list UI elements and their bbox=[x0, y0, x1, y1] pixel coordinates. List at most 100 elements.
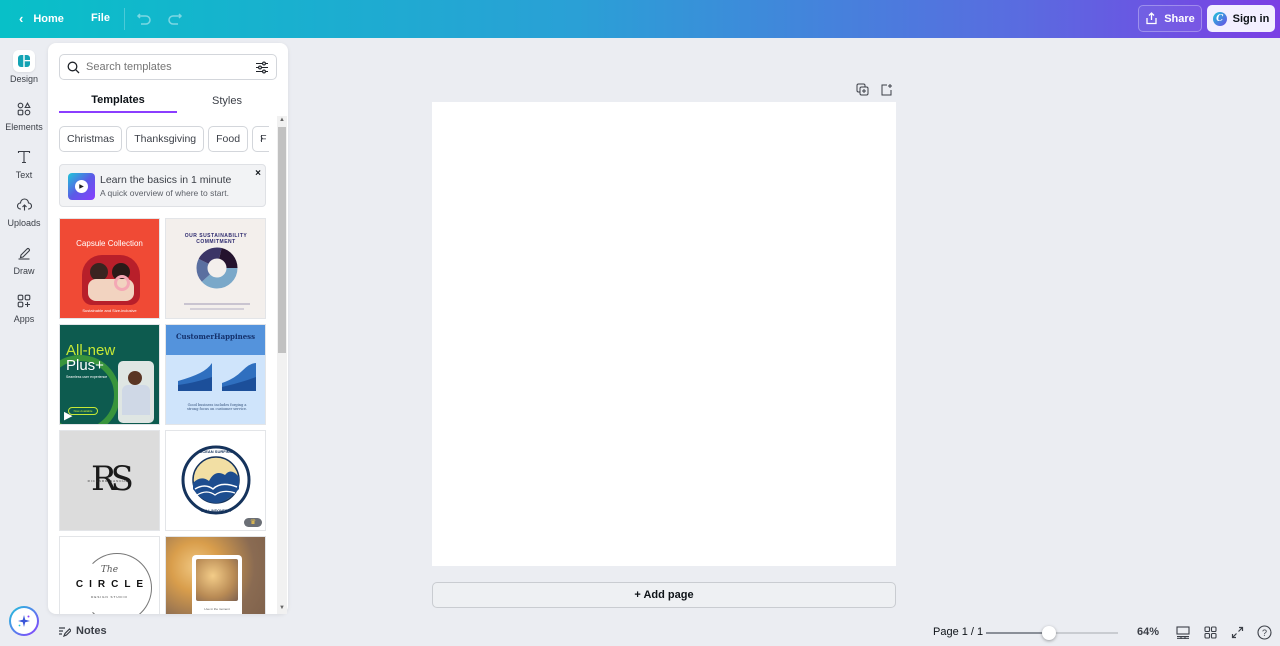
template-photo bbox=[118, 361, 154, 423]
filter-icon[interactable] bbox=[255, 61, 269, 74]
search-input[interactable] bbox=[86, 61, 246, 73]
rail-label: Draw bbox=[13, 266, 35, 276]
template-title: OCEAN SURFING bbox=[199, 449, 233, 454]
svg-text:?: ? bbox=[1261, 628, 1266, 638]
add-page-icon[interactable] bbox=[880, 83, 893, 101]
rail-label: Apps bbox=[13, 314, 35, 324]
design-icon bbox=[13, 50, 35, 72]
draw-icon bbox=[13, 242, 35, 264]
template-subtitle: Live in the moment bbox=[204, 607, 230, 611]
rail-label: Text bbox=[15, 170, 33, 180]
undo-icon[interactable] bbox=[135, 9, 153, 32]
design-canvas[interactable] bbox=[432, 102, 896, 566]
template-title: CustomerHappiness bbox=[175, 332, 256, 341]
panel-tabs: Templates Styles bbox=[59, 89, 277, 113]
template-photo bbox=[82, 255, 140, 305]
chip-thanksgiving[interactable]: Thanksgiving bbox=[126, 126, 205, 152]
rail-label: Uploads bbox=[7, 218, 41, 228]
elements-icon bbox=[13, 98, 35, 120]
rail-item-uploads[interactable]: Uploads bbox=[0, 194, 48, 228]
panel-scrollbar[interactable]: ▲ ▼ bbox=[277, 116, 287, 614]
tab-templates[interactable]: Templates bbox=[59, 89, 177, 113]
learn-subtitle: A quick overview of where to start. bbox=[100, 188, 229, 198]
notes-label: Notes bbox=[76, 625, 107, 637]
sign-in-button[interactable]: C Sign in bbox=[1207, 5, 1275, 32]
toolbar-divider bbox=[124, 8, 125, 30]
template-ocean-surfing-logo[interactable]: OCEAN SURFING BALI, INDONESIA ♛ bbox=[165, 430, 266, 531]
template-subtitle: DESIGN STUDIO bbox=[91, 595, 128, 599]
template-title-2: Plus+ bbox=[66, 357, 104, 374]
template-subtitle: RICHARD SANCHEZ bbox=[87, 479, 132, 483]
chevron-left-icon: ‹ bbox=[19, 11, 24, 26]
learn-title: Learn the basics in 1 minute bbox=[100, 174, 232, 186]
grid-view-icon[interactable] bbox=[1202, 624, 1218, 640]
rail-label: Elements bbox=[5, 122, 43, 132]
rail-label: Design bbox=[9, 74, 38, 84]
duplicate-page-icon[interactable] bbox=[856, 83, 869, 101]
share-button[interactable]: Share bbox=[1138, 5, 1202, 32]
tab-styles[interactable]: Styles bbox=[177, 89, 277, 113]
learn-basics-card[interactable]: ▶ Learn the basics in 1 minute A quick o… bbox=[59, 164, 266, 207]
share-icon bbox=[1146, 12, 1157, 25]
template-photo bbox=[196, 559, 238, 601]
template-richard-sanchez-logo[interactable]: RS RICHARD SANCHEZ bbox=[59, 430, 160, 531]
rail-item-apps[interactable]: Apps bbox=[0, 290, 48, 324]
help-icon[interactable]: ? bbox=[1256, 624, 1272, 640]
search-icon bbox=[67, 61, 80, 73]
scroll-down-icon[interactable]: ▼ bbox=[278, 605, 286, 613]
home-label: Home bbox=[33, 12, 64, 25]
premium-crown-icon: ♛ bbox=[244, 518, 262, 527]
template-customer-happiness[interactable]: CustomerHappiness Good business includes… bbox=[165, 324, 266, 425]
template-sustainability[interactable]: OUR SUSTAINABILITY COMMITMENT bbox=[165, 218, 266, 319]
chip-christmas[interactable]: Christmas bbox=[59, 126, 123, 152]
category-chips: Christmas Thanksgiving Food F bbox=[59, 126, 269, 152]
template-cta: Now Available bbox=[68, 407, 98, 415]
magic-assistant-button[interactable] bbox=[9, 606, 39, 636]
template-capsule-collection[interactable]: Capsule Collection Sustainable and Size-… bbox=[59, 218, 160, 319]
template-subtitle: Good business includes forging a strong … bbox=[186, 403, 248, 411]
rail-item-draw[interactable]: Draw bbox=[0, 242, 48, 276]
close-icon[interactable]: × bbox=[255, 168, 261, 179]
add-page-button[interactable]: + Add page bbox=[432, 582, 896, 608]
zoom-slider-handle[interactable] bbox=[1042, 626, 1057, 640]
fullscreen-icon[interactable] bbox=[1229, 624, 1245, 640]
text-icon bbox=[13, 146, 35, 168]
rail-item-elements[interactable]: Elements bbox=[0, 98, 48, 132]
share-label: Share bbox=[1164, 12, 1195, 25]
notes-button[interactable]: Notes bbox=[58, 625, 107, 637]
scrollbar-thumb[interactable] bbox=[278, 127, 286, 353]
template-all-new-plus[interactable]: All-new Plus+ Seamless user experience N… bbox=[59, 324, 160, 425]
rail-item-text[interactable]: Text bbox=[0, 146, 48, 180]
template-flowers-photo[interactable]: Live in the moment bbox=[165, 536, 266, 614]
page-indicator[interactable]: Page 1 / 1 bbox=[933, 626, 983, 638]
uploads-icon bbox=[13, 194, 35, 216]
area-chart-graphic bbox=[178, 363, 256, 391]
video-play-icon: ▶ bbox=[64, 410, 73, 422]
templates-panel: Templates Styles ChristmasThanksgivingFo… bbox=[48, 43, 288, 614]
page-view-icon[interactable] bbox=[1175, 624, 1191, 640]
redo-icon[interactable] bbox=[166, 9, 184, 32]
file-menu-button[interactable]: File bbox=[91, 12, 110, 24]
sparkle-icon bbox=[18, 615, 30, 627]
template-subtitle: Seamless user experience bbox=[66, 375, 108, 379]
zoom-percent[interactable]: 64% bbox=[1137, 626, 1159, 638]
template-subtitle: BALI, INDONESIA bbox=[201, 509, 231, 513]
chip-food[interactable]: Food bbox=[208, 126, 249, 152]
sign-in-label: Sign in bbox=[1232, 12, 1270, 25]
zoom-slider[interactable] bbox=[986, 626, 1118, 640]
template-script: The bbox=[100, 565, 119, 575]
template-title: Capsule Collection bbox=[76, 239, 143, 248]
scroll-up-icon[interactable]: ▲ bbox=[278, 117, 286, 125]
side-rail: Design Elements Text Uploads Draw Apps bbox=[0, 38, 48, 646]
template-title: All-new bbox=[66, 342, 116, 359]
home-button[interactable]: ‹ Home bbox=[19, 11, 64, 26]
donut-chart-graphic bbox=[196, 247, 238, 289]
rail-item-design[interactable]: Design bbox=[0, 50, 48, 84]
notes-icon bbox=[59, 626, 71, 637]
search-box[interactable] bbox=[59, 54, 277, 80]
play-video-icon: ▶ bbox=[68, 173, 95, 200]
template-circle-design-studio[interactable]: The CIRCLE DESIGN STUDIO bbox=[59, 536, 160, 614]
chips-next-icon[interactable]: › bbox=[260, 133, 263, 144]
zoom-slider-fill bbox=[986, 632, 1050, 634]
surf-badge-graphic bbox=[181, 445, 251, 515]
